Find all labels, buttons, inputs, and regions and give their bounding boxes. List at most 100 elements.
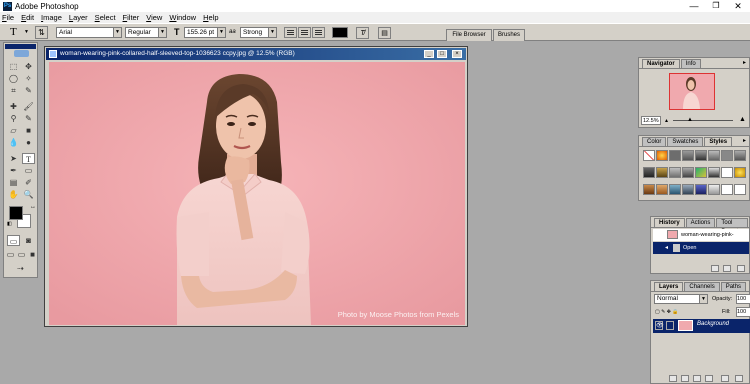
style-swatch[interactable]: [682, 167, 694, 178]
full-screen-menu-mode-icon[interactable]: ▭: [16, 249, 27, 260]
magic-wand-tool-icon[interactable]: ✧: [22, 73, 35, 84]
tab-layers[interactable]: Layers: [654, 282, 684, 291]
standard-screen-mode-icon[interactable]: ▭: [5, 249, 16, 260]
style-swatch[interactable]: [695, 167, 707, 178]
layer-row[interactable]: 👁 Background: [653, 319, 750, 333]
jump-to-imageready-icon[interactable]: ⇢: [14, 263, 27, 274]
layer-mask-icon[interactable]: [681, 375, 689, 382]
lasso-tool-icon[interactable]: ◯: [7, 73, 20, 84]
tab-tool-presets[interactable]: Tool Presets: [716, 218, 748, 235]
notes-tool-icon[interactable]: ▤: [7, 177, 20, 188]
close-button[interactable]: ✕: [728, 0, 748, 12]
history-snapshot-row[interactable]: woman-wearing-pink-colla...: [653, 229, 749, 250]
font-family-select[interactable]: Arial ▼: [56, 27, 122, 38]
lock-options[interactable]: ▢ ✎ ✥ 🔒: [655, 309, 679, 315]
swap-colors-icon[interactable]: ↔: [30, 204, 36, 210]
menu-help[interactable]: Help: [203, 13, 218, 22]
document-maximize-button[interactable]: □: [437, 50, 447, 58]
adjustment-layer-icon[interactable]: [705, 375, 713, 382]
menu-layer[interactable]: Layer: [69, 13, 88, 22]
layer-style-icon[interactable]: [669, 375, 677, 382]
document-title-bar[interactable]: woman-wearing-pink-collared-half-sleeved…: [46, 48, 466, 60]
crop-tool-icon[interactable]: ⌗: [7, 85, 20, 96]
style-swatch[interactable]: [643, 150, 655, 161]
font-size-select[interactable]: 155.26 pt ▼: [184, 27, 226, 38]
style-swatch[interactable]: [643, 167, 655, 178]
rectangle-tool-icon[interactable]: ▭: [22, 165, 35, 176]
document-minimize-button[interactable]: _: [424, 50, 434, 58]
tab-brushes[interactable]: Brushes: [493, 29, 525, 41]
menu-file[interactable]: File: [2, 13, 14, 22]
zoom-out-icon[interactable]: ▴: [665, 117, 668, 124]
marquee-tool-icon[interactable]: ⬚: [7, 61, 20, 72]
text-orientation-icon[interactable]: ⇅: [35, 26, 48, 39]
brush-tool-icon[interactable]: 🖌: [22, 101, 35, 112]
opacity-input[interactable]: 100: [736, 294, 750, 304]
warp-text-icon[interactable]: T̸: [356, 27, 369, 39]
full-screen-mode-icon[interactable]: ■: [27, 249, 38, 260]
palette-menu-icon[interactable]: ▸: [743, 137, 746, 144]
font-style-select[interactable]: Regular ▼: [125, 27, 167, 38]
history-state-row[interactable]: ◂ Open: [653, 242, 749, 254]
menu-view[interactable]: View: [146, 13, 162, 22]
menu-select[interactable]: Select: [95, 13, 116, 22]
dodge-tool-icon[interactable]: ●: [22, 137, 35, 148]
blur-tool-icon[interactable]: 💧: [7, 137, 20, 148]
style-swatch[interactable]: [721, 167, 733, 178]
document-close-button[interactable]: ×: [452, 50, 462, 58]
new-snapshot-icon[interactable]: [723, 265, 731, 272]
zoom-slider-handle[interactable]: ▲: [687, 117, 693, 123]
clone-stamp-tool-icon[interactable]: ⚲: [7, 113, 20, 124]
maximize-button[interactable]: ❐: [706, 0, 726, 12]
quick-mask-mode-icon[interactable]: ◙: [22, 235, 35, 246]
path-selection-tool-icon[interactable]: ➤: [7, 153, 20, 164]
feather-logo-icon[interactable]: [14, 50, 29, 57]
minimize-button[interactable]: —: [684, 0, 704, 12]
text-color-swatch[interactable]: [332, 27, 348, 38]
tab-info[interactable]: Info: [680, 59, 701, 68]
new-layer-icon[interactable]: [721, 375, 729, 382]
style-swatch[interactable]: [721, 150, 733, 161]
style-swatch[interactable]: [682, 150, 694, 161]
tab-channels[interactable]: Channels: [684, 282, 720, 291]
foreground-color-swatch[interactable]: [9, 206, 23, 220]
type-tool-preset-icon[interactable]: T: [10, 26, 17, 38]
menu-edit[interactable]: Edit: [21, 13, 34, 22]
tool-preset-dropdown-icon[interactable]: ▼: [24, 29, 29, 35]
palette-menu-icon[interactable]: ▸: [743, 59, 746, 66]
default-colors-icon[interactable]: ◧: [7, 221, 12, 227]
new-layer-set-icon[interactable]: [693, 375, 701, 382]
antialias-select[interactable]: Strong ▼: [240, 27, 277, 38]
hand-tool-icon[interactable]: ✋: [7, 189, 20, 200]
style-swatch[interactable]: [656, 167, 668, 178]
delete-layer-icon[interactable]: [735, 375, 743, 382]
image-canvas[interactable]: Photo by Moose Photos from Pexels: [49, 62, 465, 325]
style-swatch[interactable]: [656, 150, 668, 161]
tab-navigator[interactable]: Navigator: [642, 59, 680, 68]
blend-mode-select[interactable]: Normal ▼: [654, 294, 708, 304]
navigator-zoom-value[interactable]: 12.5%: [641, 116, 661, 125]
delete-state-icon[interactable]: [737, 265, 745, 272]
zoom-slider[interactable]: [673, 120, 733, 121]
menu-window[interactable]: Window: [169, 13, 196, 22]
tab-swatches[interactable]: Swatches: [667, 137, 704, 146]
style-swatch[interactable]: [656, 184, 668, 195]
pen-tool-icon[interactable]: ✒: [7, 165, 20, 176]
style-swatch[interactable]: [682, 184, 694, 195]
style-swatch[interactable]: [643, 184, 655, 195]
tab-history[interactable]: History: [654, 218, 685, 227]
tab-actions[interactable]: Actions: [685, 218, 716, 227]
character-palette-icon[interactable]: ▤: [378, 27, 391, 39]
align-right-button[interactable]: [312, 27, 325, 38]
style-swatch[interactable]: [708, 167, 720, 178]
layer-brush-icon[interactable]: [666, 321, 674, 330]
style-swatch[interactable]: [734, 167, 746, 178]
healing-brush-tool-icon[interactable]: ✚: [7, 101, 20, 112]
style-swatch[interactable]: [734, 150, 746, 161]
tab-color[interactable]: Color: [642, 137, 667, 146]
style-swatch[interactable]: [708, 184, 720, 195]
tab-file-browser[interactable]: File Browser: [446, 29, 492, 41]
fill-input[interactable]: 100: [736, 307, 750, 317]
style-swatch[interactable]: [669, 150, 681, 161]
tab-styles[interactable]: Styles: [704, 137, 733, 146]
